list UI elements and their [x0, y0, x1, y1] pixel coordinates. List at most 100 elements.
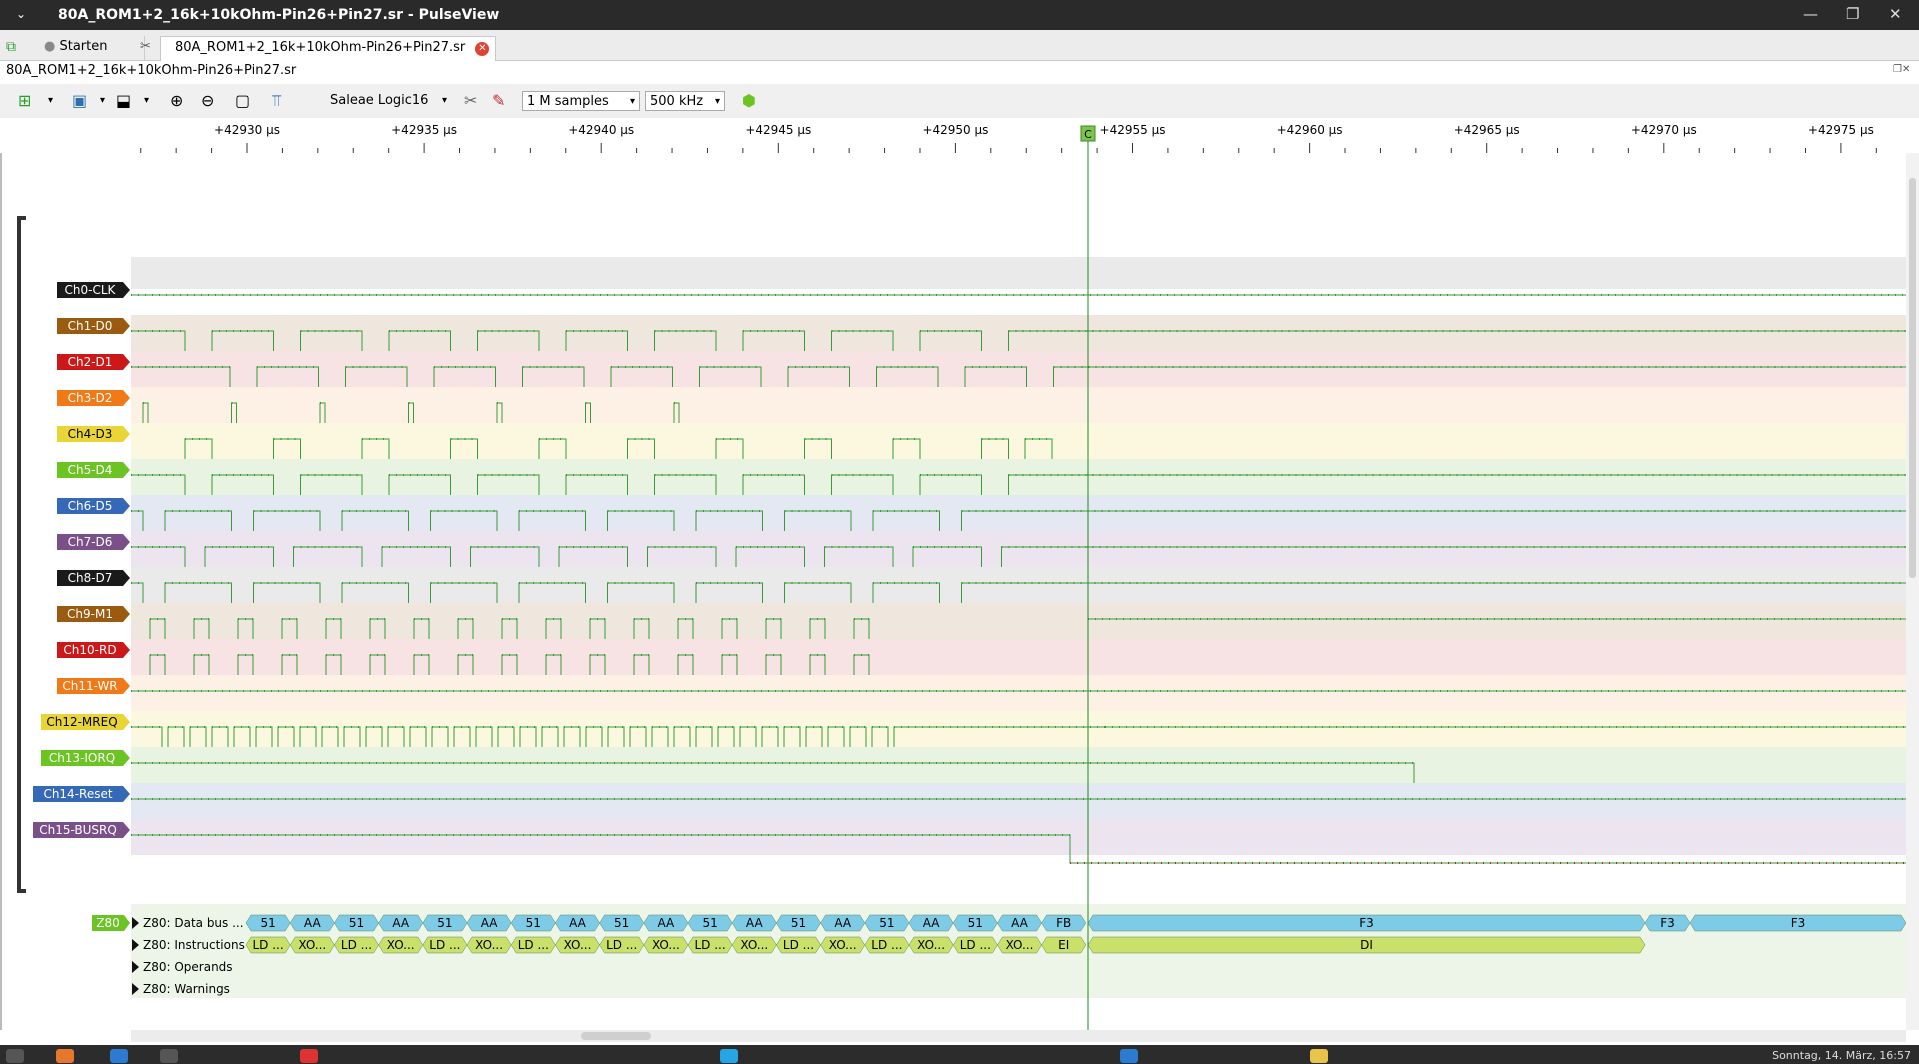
channel-label[interactable]: Ch3-D2 [68, 391, 113, 405]
dropdown-arrow-icon[interactable]: ▾ [442, 91, 447, 111]
channel-label[interactable]: Ch0-CLK [65, 283, 117, 297]
ruler-label: +42975 µs [1808, 123, 1874, 137]
channel-label[interactable]: Ch12-MREQ [46, 715, 117, 729]
taskbar: Sonntag, 14. März, 16:57 [0, 1045, 1919, 1064]
tab-starten[interactable]: ● Starten [36, 36, 145, 60]
vertical-scroll-thumb[interactable] [1909, 178, 1916, 578]
dock-float-icon[interactable]: ❐✕ [1893, 64, 1910, 75]
channel-label[interactable]: Ch11-WR [62, 679, 117, 693]
signal-row-bg [131, 819, 1906, 855]
zoom-in-icon[interactable]: ⊕ [170, 91, 183, 111]
cursor-icon[interactable]: ⫪ [272, 91, 281, 111]
channel-label[interactable]: Ch4-D3 [68, 427, 113, 441]
close-window-icon[interactable]: ✕ [1889, 5, 1902, 23]
close-icon[interactable]: ✕ [475, 42, 490, 56]
instruction-annotation-label: LD ... [606, 938, 637, 952]
data-bus-annotation-label: 51 [260, 916, 275, 930]
terminal-icon[interactable] [160, 1049, 178, 1063]
channel-label[interactable]: Ch13-IORQ [49, 751, 115, 765]
circle-icon: ● [44, 39, 56, 54]
instruction-annotation-label: LD ... [341, 938, 372, 952]
decoder-row-label: Z80: Instructions [143, 938, 245, 952]
signal-row-bg [131, 257, 1906, 289]
firefox-icon[interactable] [56, 1049, 74, 1063]
window-menu-icon[interactable]: ⌄ [16, 7, 26, 21]
tools-icon[interactable]: ✂ [140, 36, 151, 60]
signal-row-bg [131, 711, 1906, 747]
horizontal-scrollbar[interactable] [131, 1030, 1906, 1042]
save-icon[interactable]: ▣ [72, 91, 87, 111]
zoom-out-icon[interactable]: ⊖ [201, 91, 214, 111]
session-title: 80A_ROM1+2_16k+10kOhm-Pin26+Pin27.sr [6, 63, 297, 78]
channel-label[interactable]: Ch1-D0 [68, 319, 113, 333]
signal-row-bg [131, 567, 1906, 603]
decoder-row-label: Z80: Operands [143, 960, 233, 974]
channel-label[interactable]: Ch14-Reset [43, 787, 112, 801]
mail-icon[interactable] [110, 1049, 128, 1063]
decoder-icon[interactable]: ⬢ [742, 91, 756, 111]
instruction-annotation-label: XO... [564, 938, 592, 952]
instruction-annotation-label: LD ... [871, 938, 902, 952]
main-toolbar: ⊞ ▾ ▣ ▾ ⬓ ▾ ⊕ ⊖ ▢ ⫪ Saleae Logic16 ▾ ✂ ✎… [0, 84, 1919, 118]
scroll-thumb[interactable] [581, 1032, 651, 1040]
device-label[interactable]: Saleae Logic16 [330, 91, 428, 111]
data-bus-annotation-label: F3 [1660, 916, 1675, 930]
data-bus-annotation-label: 51 [614, 916, 629, 930]
group-bracket [17, 216, 26, 893]
data-bus-annotation-label: 51 [791, 916, 806, 930]
tab-session[interactable]: 80A_ROM1+2_16k+10kOhm-Pin26+Pin27.sr ✕ [160, 36, 496, 61]
samples-select[interactable]: 1 M samples ▾ [522, 91, 640, 111]
telegram-icon[interactable] [720, 1049, 738, 1063]
data-bus-annotation-label: FB [1056, 916, 1071, 930]
export-icon[interactable]: ⬓ [116, 91, 131, 111]
data-bus-annotation-label: 51 [526, 916, 541, 930]
channel-label[interactable]: Ch15-BUSRQ [39, 823, 117, 837]
decoder-label[interactable]: Z80 [96, 916, 120, 930]
app-icon[interactable] [300, 1049, 318, 1063]
dropdown-arrow-icon[interactable]: ▾ [48, 91, 53, 111]
data-bus-annotation-label: 51 [968, 916, 983, 930]
channel-label[interactable]: Ch2-D1 [68, 355, 113, 369]
samplerate-select[interactable]: 500 kHz ▾ [645, 91, 725, 111]
decoder-row-label: Z80: Warnings [143, 982, 230, 996]
channel-label[interactable]: Ch8-D7 [68, 571, 113, 585]
data-bus-annotation-label: 51 [349, 916, 364, 930]
files-icon[interactable] [1310, 1049, 1328, 1063]
instruction-annotation-label: LD ... [429, 938, 460, 952]
instruction-annotation-label: EI [1058, 938, 1069, 952]
data-bus-annotation-label: 51 [702, 916, 717, 930]
signal-row-bg [131, 315, 1906, 351]
probe-icon[interactable]: ✎ [492, 91, 505, 111]
dropdown-arrow-icon[interactable]: ▾ [144, 91, 149, 111]
instruction-annotation-label: DI [1360, 938, 1373, 952]
signal-row-bg [131, 423, 1906, 459]
data-bus-annotation-label: 51 [437, 916, 452, 930]
signal-row-bg [131, 351, 1906, 387]
channel-label[interactable]: Ch5-D4 [68, 463, 113, 477]
title-bar: ⌄ 80A_ROM1+2_16k+10kOhm-Pin26+Pin27.sr -… [0, 0, 1919, 30]
chevron-down-icon: ▾ [714, 96, 720, 107]
channel-label[interactable]: Ch10-RD [63, 643, 116, 657]
channel-label[interactable]: Ch9-M1 [67, 607, 113, 621]
channel-label[interactable]: Ch7-D6 [68, 535, 113, 549]
data-bus-annotation-label: AA [658, 916, 676, 930]
tab-bar: ⧉ ● Starten ✂ 80A_ROM1+2_16k+10kOhm-Pin2… [0, 30, 1919, 61]
configure-device-icon[interactable]: ✂ [464, 91, 477, 111]
instruction-annotation-label: LD ... [518, 938, 549, 952]
chevron-down-icon: ▾ [629, 96, 635, 107]
channel-label[interactable]: Ch6-D5 [68, 499, 113, 513]
trace-view[interactable]: +42930 µs +42935 µs +42940 µs +42945 µs +429… [0, 118, 1919, 1030]
app-menu-icon[interactable] [6, 1049, 24, 1063]
ruler-label: +42955 µs [1100, 123, 1166, 137]
zoom-fit-icon[interactable]: ▢ [235, 91, 250, 111]
signal-row-bg [131, 387, 1906, 423]
data-bus-annotation-label: 51 [879, 916, 894, 930]
maximize-icon[interactable]: ❐ [1846, 5, 1859, 23]
signal-row-bg [131, 747, 1906, 783]
window-title: 80A_ROM1+2_16k+10kOhm-Pin26+Pin27.sr - P… [58, 7, 500, 23]
dropdown-arrow-icon[interactable]: ▾ [100, 91, 105, 111]
new-session-icon[interactable]: ⧉ [6, 36, 24, 60]
minimize-icon[interactable]: — [1803, 5, 1818, 23]
browser-icon[interactable] [1120, 1049, 1138, 1063]
add-file-icon[interactable]: ⊞ [18, 91, 31, 111]
